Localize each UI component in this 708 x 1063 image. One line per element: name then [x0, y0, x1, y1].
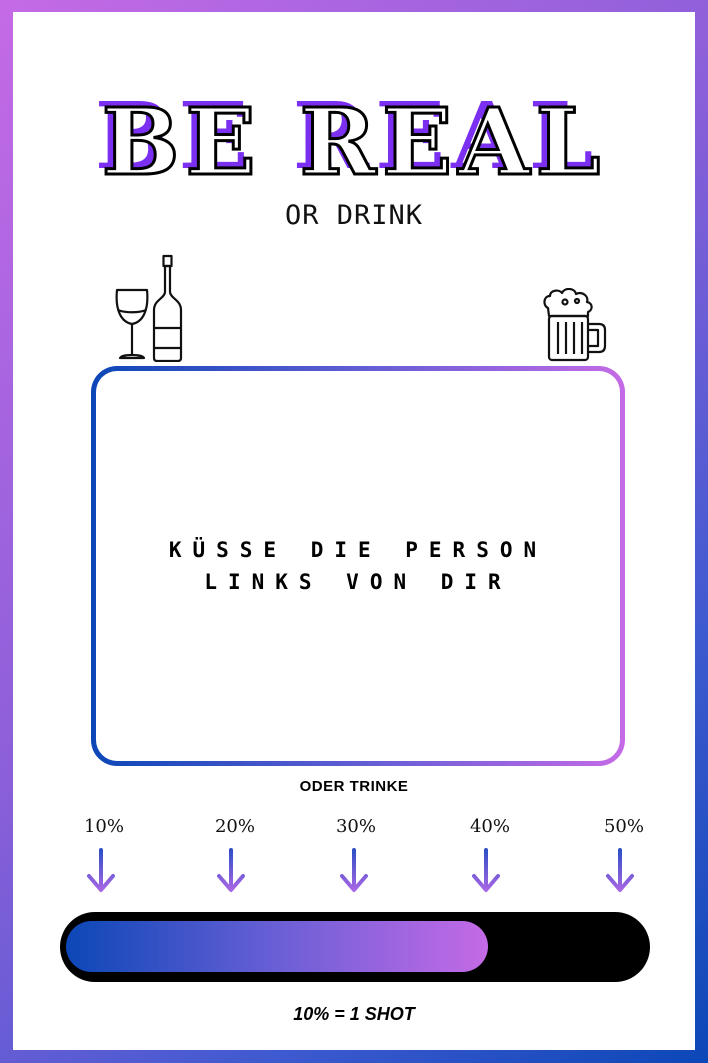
page-title: BE REAL — [100, 87, 607, 198]
arrow-down-icon — [217, 848, 245, 892]
percent-label-50: 50% — [603, 816, 644, 837]
task-card: KÜSSE DIE PERSON LINKS VON DIR — [91, 366, 625, 766]
beer-mug-icon — [543, 288, 607, 362]
title-block: BE REAL BE REAL — [13, 82, 695, 202]
arrow-down-icon — [87, 848, 115, 892]
percent-label-40: 40% — [469, 816, 510, 837]
game-card: BE REAL BE REAL OR DRINK KÜSSE DIE PERSO… — [13, 12, 695, 1050]
percent-label-10: 10% — [83, 816, 124, 837]
shot-rule: 10% = 1 SHOT — [293, 1004, 415, 1024]
wine-glass-and-bottle-icon — [115, 254, 183, 362]
arrow-down-icon — [606, 848, 634, 892]
drink-progress-fill — [66, 921, 488, 972]
drink-label: ODER TRINKE — [299, 778, 409, 795]
arrow-down-icon — [340, 848, 368, 892]
task-card-inner: KÜSSE DIE PERSON LINKS VON DIR — [96, 371, 620, 761]
task-text: KÜSSE DIE PERSON LINKS VON DIR — [168, 538, 548, 594]
subtitle: OR DRINK — [284, 200, 424, 231]
percent-label-20: 20% — [214, 816, 255, 837]
percent-label-30: 30% — [335, 816, 376, 837]
drink-progress-bar — [60, 912, 650, 982]
arrow-down-icon — [472, 848, 500, 892]
